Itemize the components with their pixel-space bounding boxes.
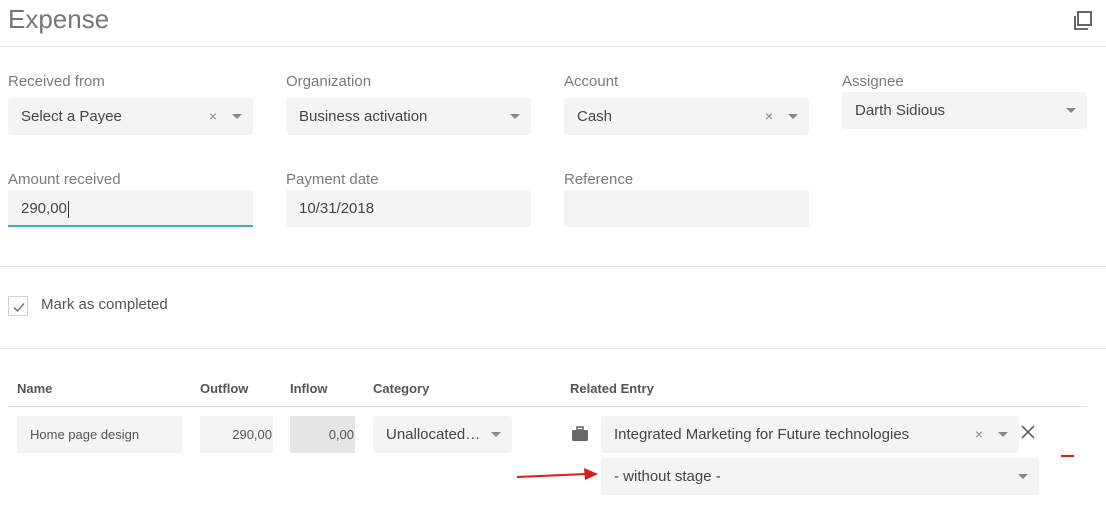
mark-completed-checkbox[interactable] [8,296,28,316]
chevron-down-icon [1066,108,1076,113]
row-outflow-input[interactable]: 290,00 [200,416,273,453]
page-title: Expense [8,4,110,34]
row-name-input[interactable]: Home page design [17,416,182,453]
payment-date-label: Payment date [286,171,379,188]
account-label: Account [564,73,619,90]
column-header-related-entry: Related Entry [570,381,654,396]
checkmark-icon [13,302,25,313]
organization-select[interactable]: Business activation [286,98,531,135]
mark-completed-label: Mark as completed [41,296,168,313]
text-cursor [67,200,69,218]
column-header-inflow: Inflow [290,381,328,396]
chevron-down-icon [232,114,242,119]
assignee-label: Assignee [842,73,904,90]
reference-input[interactable] [564,190,809,227]
chevron-down-icon [510,114,520,119]
reference-label: Reference [564,171,634,188]
page-header: Expense [0,0,1106,47]
account-select[interactable]: Cash × [564,98,809,135]
received-from-select[interactable]: Select a Payee × [8,98,253,135]
clear-icon[interactable]: × [765,98,773,135]
assignee-select[interactable]: Darth Sidious [842,92,1087,129]
organization-label: Organization [286,73,372,90]
remove-row-icon[interactable] [1061,455,1074,457]
clear-icon[interactable]: × [975,416,983,453]
organization-value: Business activation [299,108,428,125]
close-icon[interactable] [1020,424,1036,445]
red-arrow-icon [516,466,600,487]
amount-received-label: Amount received [8,171,121,188]
assignee-value: Darth Sidious [855,102,946,119]
section-divider [0,266,1106,267]
section-divider [0,348,1106,349]
related-entry-value: Integrated Marketing for Future technolo… [614,426,910,443]
row-inflow-input: 0,00 [290,416,355,453]
chevron-down-icon [788,114,798,119]
row-category-value: Unallocated… [386,426,481,443]
row-category-select[interactable]: Unallocated… [373,416,512,453]
stage-value: - without stage - [614,468,721,485]
received-from-value: Select a Payee [21,108,122,125]
column-header-outflow: Outflow [200,381,249,396]
received-from-label: Received from [8,73,105,90]
column-header-name: Name [17,381,53,396]
payment-date-input[interactable]: 10/31/2018 [286,190,531,227]
amount-received-value: 290,00 [21,200,67,217]
briefcase-icon [571,426,589,447]
stage-select[interactable]: - without stage - [601,458,1039,495]
related-entry-select[interactable]: Integrated Marketing for Future technolo… [601,416,1019,453]
clear-icon[interactable]: × [209,98,217,135]
chevron-down-icon [998,432,1008,437]
copy-window-icon[interactable] [1072,10,1094,32]
chevron-down-icon [1018,474,1028,479]
amount-received-input[interactable]: 290,00 [8,190,253,227]
payment-date-value: 10/31/2018 [299,200,375,217]
account-value: Cash [577,108,613,125]
column-header-category: Category [373,381,430,396]
table-header-divider [8,406,1087,407]
chevron-down-icon [491,432,501,437]
